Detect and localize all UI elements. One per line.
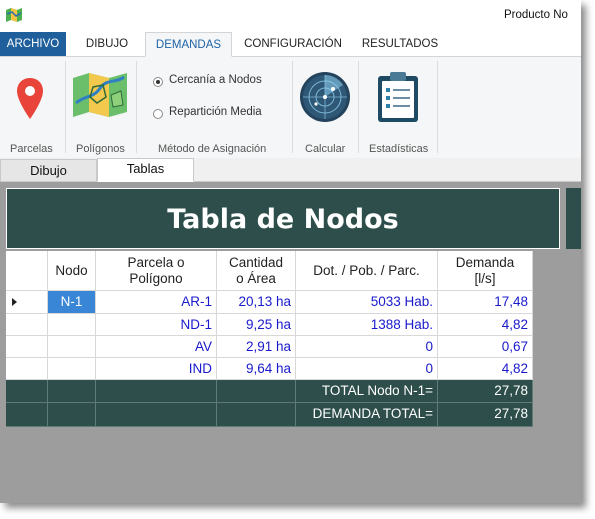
column-header-demanda-line1: Demanda — [455, 255, 515, 270]
window-title: Producto No — [504, 9, 568, 21]
cell-demanda[interactable]: 0,67 — [438, 336, 533, 358]
cell-parcela[interactable]: AR-1 — [96, 291, 217, 314]
app-window: Producto No ARCHIVO DIBUJO DEMANDAS CONF… — [0, 0, 581, 503]
total-row-header — [6, 403, 48, 427]
column-header-dotacion-text: Dot. / Pob. / Parc. — [313, 263, 420, 278]
radio-button-selected[interactable] — [153, 77, 163, 87]
column-header-parcela-line1: Parcela o — [127, 255, 185, 270]
current-row-arrow-icon — [12, 298, 17, 306]
poligonos-label: Polígonos — [76, 143, 125, 155]
column-header-cantidad-line2: o Área — [236, 271, 276, 286]
calcular-button[interactable]: Calcular — [293, 57, 357, 158]
cell-area[interactable]: 20,13 ha — [217, 291, 296, 314]
cell-area[interactable]: 2,91 ha — [217, 336, 296, 358]
location-pin-icon — [17, 78, 43, 119]
cell-nodo[interactable] — [48, 358, 96, 380]
column-header-cantidad[interactable]: Cantidad o Área — [217, 251, 296, 291]
column-header-cantidad-line1: Cantidad — [228, 255, 284, 270]
total-nodo-value: 27,78 — [438, 380, 533, 403]
cell-dotacion[interactable]: 0 — [296, 336, 438, 358]
row-header[interactable] — [6, 314, 48, 336]
calcular-label: Calcular — [305, 143, 346, 155]
clipboard-icon — [378, 72, 418, 122]
poligonos-button[interactable]: Polígonos — [66, 57, 134, 158]
tablas-content: Tabla de Nodos Nodo Parcela o Polígono C… — [0, 182, 581, 503]
cell-dotacion[interactable]: 1388 Hab. — [296, 314, 438, 336]
cell-area[interactable]: 9,64 ha — [217, 358, 296, 380]
cell-nodo[interactable] — [48, 336, 96, 358]
total-cell-empty — [96, 380, 217, 403]
tab-archivo[interactable]: ARCHIVO — [0, 32, 66, 56]
tab-dibujo-doc[interactable]: Dibujo — [0, 159, 97, 181]
ribbon-panel: Parcelas Polígonos Cercanía a Nodos Repa… — [0, 57, 581, 159]
radar-icon — [300, 72, 350, 122]
estadisticas-label: Estadísticas — [369, 143, 429, 155]
column-header-demanda-line2: [l/s] — [474, 271, 496, 286]
map-icon — [73, 73, 127, 117]
tab-dibujo[interactable]: DIBUJO — [78, 32, 136, 56]
tab-configuracion[interactable]: CONFIGURACIÓN — [240, 32, 346, 56]
title-bar: Producto No — [0, 0, 581, 32]
cell-dotacion[interactable]: 5033 Hab. — [296, 291, 438, 314]
total-cell-empty — [217, 403, 296, 427]
radio-reparticion[interactable]: Repartición Media — [153, 106, 283, 122]
cell-demanda[interactable]: 4,82 — [438, 358, 533, 380]
total-nodo-label: TOTAL Nodo N-1= — [296, 380, 438, 403]
parcelas-label: Parcelas — [10, 143, 53, 155]
column-header-nodo[interactable]: Nodo — [48, 251, 96, 291]
cell-demanda[interactable]: 4,82 — [438, 314, 533, 336]
cell-demanda[interactable]: 17,48 — [438, 291, 533, 314]
cell-area[interactable]: 9,25 ha — [217, 314, 296, 336]
total-cell-empty — [96, 403, 217, 427]
group-separator — [437, 61, 438, 153]
total-cell-empty — [48, 403, 96, 427]
ribbon-tab-bar: ARCHIVO DIBUJO DEMANDAS CONFIGURACIÓN RE… — [0, 32, 581, 57]
row-header-current[interactable] — [6, 291, 48, 314]
cell-parcela[interactable]: IND — [96, 358, 217, 380]
metodo-group-label: Método de Asignación — [158, 143, 267, 155]
column-header-parcela-line2: Polígono — [129, 271, 183, 286]
table-banner: Tabla de Nodos — [6, 188, 560, 249]
cell-dotacion[interactable]: 0 — [296, 358, 438, 380]
tab-demandas[interactable]: DEMANDAS — [145, 32, 232, 57]
metodo-asignacion-group: Cercanía a Nodos Repartición Media Métod… — [137, 57, 291, 158]
grid-corner-header — [6, 251, 48, 291]
column-header-dotacion[interactable]: Dot. / Pob. / Parc. — [296, 251, 438, 291]
total-cell-empty — [48, 380, 96, 403]
cell-parcela[interactable]: ND-1 — [96, 314, 217, 336]
demanda-total-label: DEMANDA TOTAL= — [296, 403, 438, 427]
cell-nodo[interactable]: N-1 — [48, 291, 96, 314]
parcelas-button[interactable]: Parcelas — [0, 57, 64, 158]
nodos-data-grid[interactable]: Nodo Parcela o Polígono Cantidad o Área … — [6, 251, 533, 427]
table-title: Tabla de Nodos — [167, 204, 399, 235]
radio-button[interactable] — [153, 109, 163, 119]
column-header-demanda[interactable]: Demanda [l/s] — [438, 251, 533, 291]
tab-resultados[interactable]: RESULTADOS — [357, 32, 443, 56]
tab-tablas-doc[interactable]: Tablas — [97, 158, 194, 182]
adjacent-panel-edge — [566, 188, 581, 249]
cell-nodo[interactable] — [48, 314, 96, 336]
column-header-parcela[interactable]: Parcela o Polígono — [96, 251, 217, 291]
total-row-header — [6, 380, 48, 403]
demanda-total-value: 27,78 — [438, 403, 533, 427]
radio-label-reparticion: Repartición Media — [169, 106, 262, 118]
radio-cercania[interactable]: Cercanía a Nodos — [153, 74, 283, 90]
row-header[interactable] — [6, 336, 48, 358]
estadisticas-button[interactable]: Estadísticas — [359, 57, 435, 158]
row-header[interactable] — [6, 358, 48, 380]
radio-label-cercania: Cercanía a Nodos — [169, 74, 262, 86]
total-cell-empty — [217, 380, 296, 403]
app-map-icon — [6, 8, 22, 22]
cell-parcela[interactable]: AV — [96, 336, 217, 358]
document-tab-bar: Dibujo Tablas — [0, 158, 581, 182]
column-header-nodo-text: Nodo — [55, 263, 88, 278]
